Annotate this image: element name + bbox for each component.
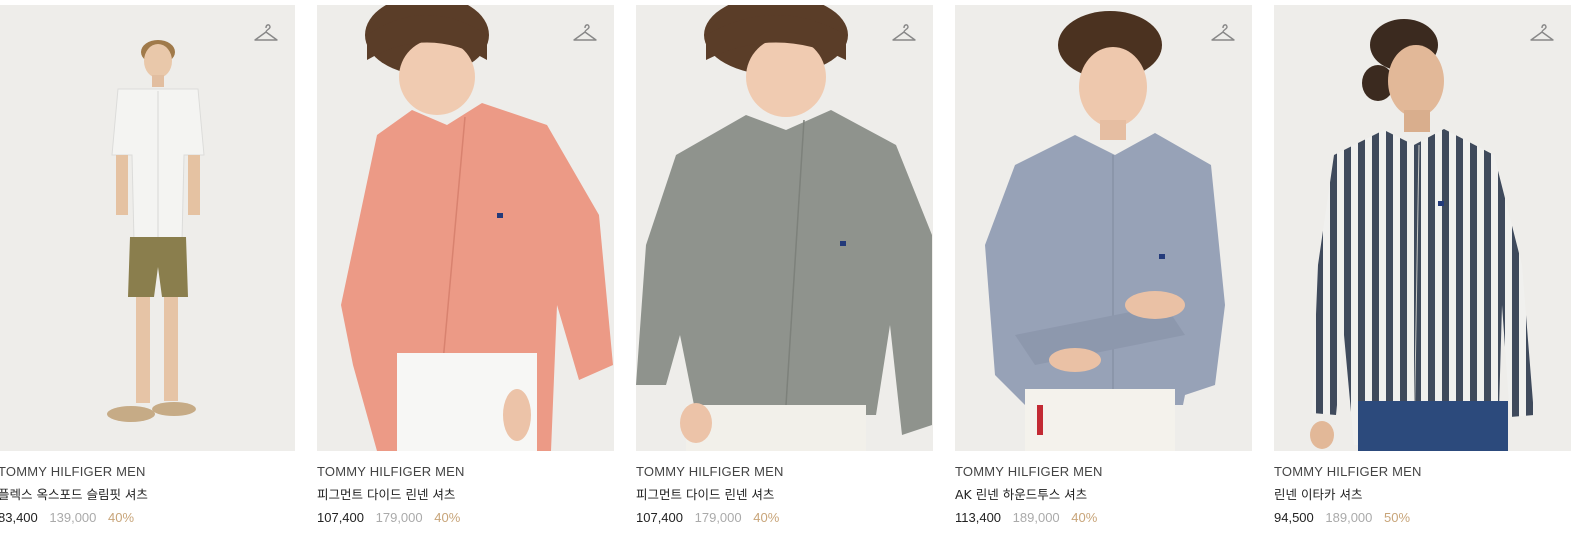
product-info: TOMMY HILFIGER MEN 피그먼트 다이드 린넨 셔츠 107,40… — [317, 451, 614, 527]
product-carousel: TOMMY HILFIGER MEN 플렉스 옥스포드 슬림핏 셔츠 83,40… — [0, 0, 1590, 537]
original-price: 189,000 — [1012, 510, 1060, 525]
product-image[interactable] — [317, 5, 614, 451]
product-photo — [317, 5, 614, 451]
product-name[interactable]: 피그먼트 다이드 린넨 셔츠 — [317, 486, 614, 504]
product-card[interactable]: TOMMY HILFIGER MEN 피그먼트 다이드 린넨 셔츠 107,40… — [636, 5, 933, 535]
product-info: TOMMY HILFIGER MEN AK 린넨 하운드투스 셔츠 113,40… — [955, 451, 1252, 527]
product-image[interactable] — [0, 5, 295, 451]
price-row: 94,500 189,000 50% — [1274, 509, 1571, 527]
product-image[interactable] — [1274, 5, 1571, 451]
product-photo — [1274, 5, 1571, 451]
product-image[interactable] — [955, 5, 1252, 451]
sale-price: 83,400 — [0, 510, 38, 525]
sale-price: 107,400 — [636, 510, 683, 525]
hanger-icon[interactable] — [1210, 21, 1236, 45]
brand-name[interactable]: TOMMY HILFIGER MEN — [1274, 463, 1571, 481]
price-row: 107,400 179,000 40% — [636, 509, 933, 527]
price-row: 83,400 139,000 40% — [0, 509, 295, 527]
product-info: TOMMY HILFIGER MEN 피그먼트 다이드 린넨 셔츠 107,40… — [636, 451, 933, 527]
discount-rate: 40% — [753, 510, 780, 525]
product-image[interactable] — [636, 5, 933, 451]
hanger-icon[interactable] — [253, 21, 279, 45]
brand-name[interactable]: TOMMY HILFIGER MEN — [0, 463, 295, 481]
brand-name[interactable]: TOMMY HILFIGER MEN — [955, 463, 1252, 481]
brand-name[interactable]: TOMMY HILFIGER MEN — [636, 463, 933, 481]
sale-price: 107,400 — [317, 510, 364, 525]
sale-price: 94,500 — [1274, 510, 1314, 525]
original-price: 139,000 — [49, 510, 97, 525]
original-price: 179,000 — [694, 510, 742, 525]
product-name[interactable]: 피그먼트 다이드 린넨 셔츠 — [636, 486, 933, 504]
product-card[interactable]: TOMMY HILFIGER MEN 피그먼트 다이드 린넨 셔츠 107,40… — [317, 5, 614, 535]
original-price: 179,000 — [375, 510, 423, 525]
product-name[interactable]: 린넨 이타카 셔츠 — [1274, 486, 1571, 504]
product-name[interactable]: 플렉스 옥스포드 슬림핏 셔츠 — [0, 486, 295, 504]
product-photo — [0, 5, 295, 451]
discount-rate: 40% — [434, 510, 461, 525]
discount-rate: 50% — [1384, 510, 1411, 525]
product-card[interactable]: TOMMY HILFIGER MEN 플렉스 옥스포드 슬림핏 셔츠 83,40… — [0, 5, 295, 535]
discount-rate: 40% — [108, 510, 135, 525]
product-info: TOMMY HILFIGER MEN 린넨 이타카 셔츠 94,500 189,… — [1274, 451, 1571, 527]
price-row: 107,400 179,000 40% — [317, 509, 614, 527]
hanger-icon[interactable] — [1529, 21, 1555, 45]
product-photo — [955, 5, 1252, 451]
hanger-icon[interactable] — [572, 21, 598, 45]
hanger-icon[interactable] — [891, 21, 917, 45]
discount-rate: 40% — [1071, 510, 1098, 525]
brand-name[interactable]: TOMMY HILFIGER MEN — [317, 463, 614, 481]
price-row: 113,400 189,000 40% — [955, 509, 1252, 527]
product-card[interactable]: TOMMY HILFIGER MEN 린넨 이타카 셔츠 94,500 189,… — [1274, 5, 1571, 535]
product-photo — [636, 5, 933, 451]
product-info: TOMMY HILFIGER MEN 플렉스 옥스포드 슬림핏 셔츠 83,40… — [0, 451, 295, 527]
sale-price: 113,400 — [955, 510, 1002, 525]
product-name[interactable]: AK 린넨 하운드투스 셔츠 — [955, 486, 1252, 504]
original-price: 189,000 — [1325, 510, 1373, 525]
product-card[interactable]: TOMMY HILFIGER MEN AK 린넨 하운드투스 셔츠 113,40… — [955, 5, 1252, 535]
